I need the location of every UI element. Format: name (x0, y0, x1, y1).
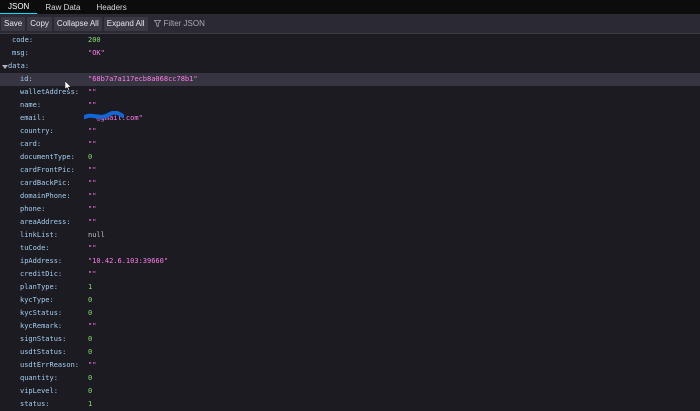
mouse-cursor-icon (65, 81, 72, 91)
json-value: null (88, 231, 105, 239)
json-value: 0 (88, 309, 93, 317)
json-value: "68b7a7a117ecb8a068cc78b1" (88, 75, 198, 83)
json-key: domainPhone: (20, 192, 71, 200)
json-value: "" (88, 361, 97, 369)
json-key: code: (12, 36, 34, 44)
json-value: 0 (88, 374, 93, 382)
json-row[interactable]: msg: "OK" (0, 47, 700, 60)
json-value: 0 (88, 387, 93, 395)
json-value: 1 (88, 283, 93, 291)
json-row[interactable]: signStatus: 0 (0, 333, 700, 346)
json-key: creditDic: (20, 270, 63, 278)
json-value: "" (88, 127, 97, 135)
json-key: cardFrontPic: (20, 166, 75, 174)
json-key: linkList: (20, 231, 58, 239)
json-key: planType: (20, 283, 58, 291)
json-key: quantity: (20, 374, 58, 382)
json-row[interactable]: tuCode: "" (0, 242, 700, 255)
json-row[interactable]: usdtStatus: 0 (0, 346, 700, 359)
json-row[interactable]: ipAddress: "10.42.6.103:39660" (0, 255, 700, 268)
json-row[interactable]: phone: "" (0, 203, 700, 216)
json-row[interactable]: card: "" (0, 138, 700, 151)
json-row[interactable]: cardBackPic: "" (0, 177, 700, 190)
json-value: "" (88, 322, 97, 330)
json-row[interactable]: areaAddress: "" (0, 216, 700, 229)
json-row[interactable]: usdtErrReason: "" (0, 359, 700, 372)
json-key: status: (20, 400, 50, 408)
viewer-tab-bar: JSON Raw Data Headers (0, 0, 700, 14)
json-row[interactable]: creditDic: "" (0, 268, 700, 281)
json-value: 0 (88, 348, 93, 356)
json-key: documentType: (20, 153, 75, 161)
json-row[interactable]: status: 1 (0, 398, 700, 411)
json-row[interactable]: planType: 1 (0, 281, 700, 294)
json-value: "" (88, 205, 97, 213)
json-value: "10.42.6.103:39660" (88, 257, 169, 265)
json-key: usdtStatus: (20, 348, 67, 356)
json-value: "" (88, 179, 97, 187)
json-row[interactable]: documentType: 0 (0, 151, 700, 164)
json-row[interactable]: data: (0, 60, 700, 73)
json-key: card: (20, 140, 42, 148)
copy-button[interactable]: Copy (27, 16, 52, 31)
json-row[interactable]: quantity: 0 (0, 372, 700, 385)
json-value: 1 (88, 400, 93, 408)
json-key: id: (20, 75, 33, 83)
json-value: 0 (88, 296, 93, 304)
filter-placeholder: Filter JSON (163, 19, 205, 28)
redaction-scribble (84, 111, 124, 119)
json-key: kycType: (20, 296, 54, 304)
json-key: kycStatus: (20, 309, 63, 317)
json-row[interactable]: kycRemark: "" (0, 320, 700, 333)
json-value: "" (88, 140, 97, 148)
json-key: kycRemark: (20, 322, 63, 330)
json-row[interactable]: linkList: null (0, 229, 700, 242)
json-toolbar: Save Copy Collapse All Expand All Filter… (0, 14, 700, 34)
json-row[interactable]: country: "" (0, 125, 700, 138)
json-row[interactable]: walletAddress: "" (0, 86, 700, 99)
json-key: tuCode: (20, 244, 50, 252)
json-value: "" (88, 270, 97, 278)
json-value: 0 (88, 153, 93, 161)
json-key: signStatus: (20, 335, 67, 343)
filter-json-input[interactable]: Filter JSON (153, 19, 205, 28)
json-key: country: (20, 127, 54, 135)
funnel-icon (153, 20, 161, 27)
json-row[interactable]: cardFrontPic: "" (0, 164, 700, 177)
json-row[interactable]: vipLevel: 0 (0, 385, 700, 398)
json-value: "" (88, 166, 97, 174)
json-row[interactable]: kycType: 0 (0, 294, 700, 307)
json-key: areaAddress: (20, 218, 71, 226)
json-key: data: (8, 62, 30, 70)
json-key: cardBackPic: (20, 179, 71, 187)
json-value: "" (88, 88, 97, 96)
json-key: phone: (20, 205, 46, 213)
json-key: vipLevel: (20, 387, 58, 395)
save-button[interactable]: Save (1, 16, 26, 31)
tab-raw-data[interactable]: Raw Data (37, 0, 88, 14)
json-key: usdtErrReason: (20, 361, 80, 369)
json-key: ipAddress: (20, 257, 63, 265)
expand-all-button[interactable]: Expand All (103, 16, 148, 31)
json-value: "" (88, 192, 97, 200)
json-tree: code: 200 msg: "OK" data: id: "68b7a7a117ecb8a… (0, 34, 700, 411)
json-row[interactable]: kycStatus: 0 (0, 307, 700, 320)
collapse-all-button[interactable]: Collapse All (53, 16, 102, 31)
tab-headers[interactable]: Headers (88, 0, 134, 14)
json-row[interactable]: domainPhone: "" (0, 190, 700, 203)
json-row[interactable]: code: 200 (0, 34, 700, 47)
json-value: "" (88, 218, 97, 226)
json-value: 0 (88, 335, 93, 343)
json-key: name: (20, 101, 42, 109)
json-key: msg: (12, 49, 29, 57)
json-value: "" (88, 244, 97, 252)
json-value: 200 (88, 36, 101, 44)
json-row[interactable]: id: "68b7a7a117ecb8a068cc78b1" (0, 73, 700, 86)
json-value: "OK" (88, 49, 105, 57)
tab-json[interactable]: JSON (0, 0, 38, 14)
json-key: email: (20, 114, 46, 122)
